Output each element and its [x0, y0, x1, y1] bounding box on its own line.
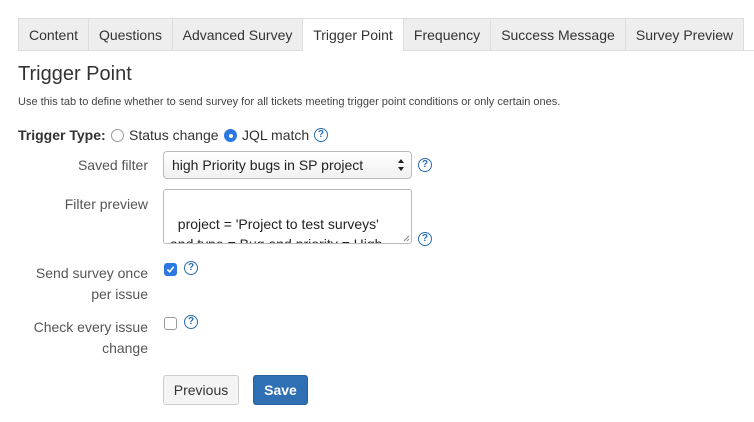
tab-trigger-point[interactable]: Trigger Point	[302, 18, 404, 51]
jql-match-label[interactable]: JQL match	[242, 127, 309, 143]
send-once-checkbox[interactable]	[164, 263, 177, 276]
saved-filter-value: high Priority bugs in SP project	[172, 157, 364, 173]
send-once-label: Send survey once per issue	[18, 263, 148, 305]
tab-survey-preview[interactable]: Survey Preview	[625, 18, 744, 50]
tab-bar: Content Questions Advanced Survey Trigge…	[18, 18, 754, 51]
check-every-label-line1: Check every issue	[33, 319, 148, 335]
radio-status-change[interactable]	[111, 129, 124, 142]
send-once-label-line1: Send survey once	[35, 265, 148, 281]
tab-advanced-survey[interactable]: Advanced Survey	[172, 18, 303, 50]
check-every-label-line2: change	[102, 340, 148, 356]
select-arrows-icon	[398, 159, 404, 171]
filter-preview-textarea[interactable]: project = 'Project to test surveys' and …	[163, 189, 412, 244]
trigger-type-label: Trigger Type:	[18, 127, 106, 143]
saved-filter-label: Saved filter	[77, 157, 148, 173]
checkmark-icon	[166, 266, 175, 273]
send-once-help-icon[interactable]: ?	[184, 261, 198, 275]
filter-preview-text: project = 'Project to test surveys' and …	[170, 216, 383, 244]
filter-preview-help-icon[interactable]: ?	[418, 232, 432, 246]
intro-text: Use this tab to define whether to send s…	[18, 96, 561, 108]
status-change-label[interactable]: Status change	[129, 127, 219, 143]
check-every-label: Check every issue change	[18, 317, 148, 359]
filter-preview-label: Filter preview	[64, 196, 148, 212]
trigger-type-help-icon[interactable]: ?	[314, 128, 328, 142]
tab-success-message[interactable]: Success Message	[490, 18, 626, 50]
check-every-checkbox[interactable]	[164, 317, 177, 330]
save-button[interactable]: Save	[253, 375, 308, 405]
tab-content[interactable]: Content	[18, 18, 89, 50]
previous-button[interactable]: Previous	[163, 375, 239, 405]
check-every-help-icon[interactable]: ?	[184, 315, 198, 329]
saved-filter-help-icon[interactable]: ?	[418, 158, 432, 172]
page-title: Trigger Point	[18, 63, 132, 85]
radio-jql-match[interactable]	[224, 129, 237, 142]
send-once-label-line2: per issue	[91, 286, 148, 302]
tab-frequency[interactable]: Frequency	[403, 18, 491, 50]
saved-filter-select[interactable]: high Priority bugs in SP project	[163, 151, 412, 179]
tab-questions[interactable]: Questions	[88, 18, 173, 50]
resize-grip-icon[interactable]	[402, 234, 410, 242]
